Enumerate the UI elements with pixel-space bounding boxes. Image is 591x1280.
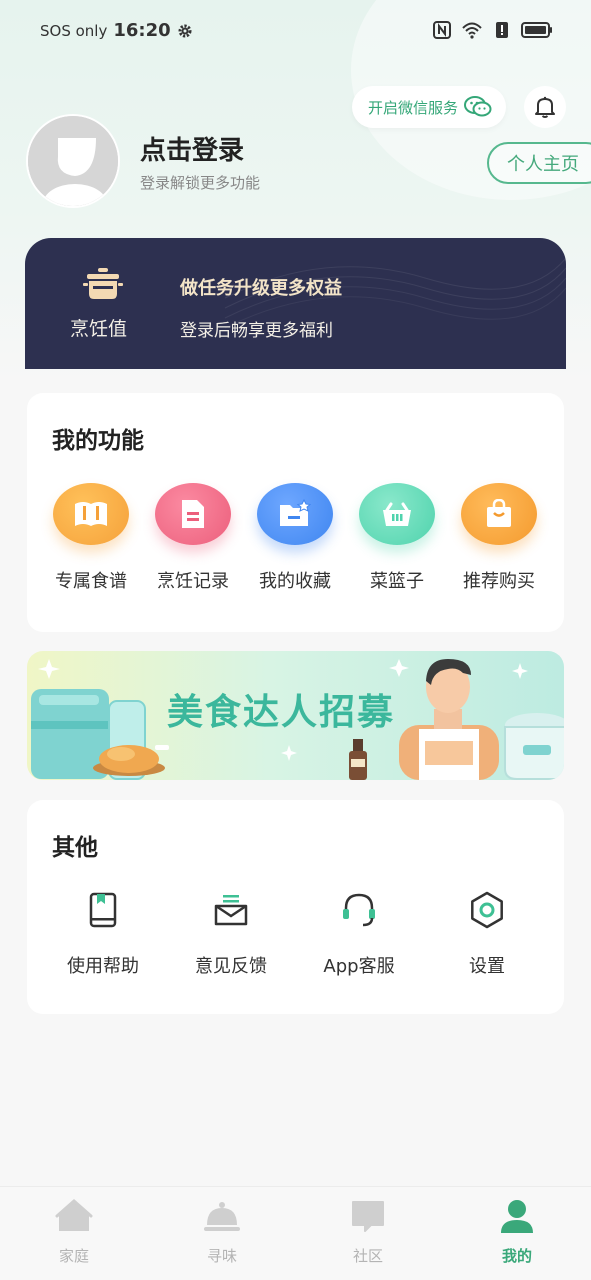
func-vegetable-basket[interactable]: 菜篮子: [346, 483, 448, 593]
func-recommended-purchase[interactable]: 推荐购买: [448, 483, 550, 593]
nfc-icon: [433, 21, 451, 39]
settings-icon: [471, 891, 503, 929]
tab-discover[interactable]: 寻味: [172, 1197, 272, 1266]
func-exclusive-recipes[interactable]: 专属食谱: [40, 483, 142, 593]
wechat-service-label: 开启微信服务: [368, 98, 459, 117]
tab-label: 家庭: [58, 1247, 89, 1265]
document-icon: [182, 500, 204, 528]
tab-label: 寻味: [206, 1247, 237, 1265]
folder-star-icon: [280, 499, 312, 526]
others-title: 其他: [52, 835, 98, 861]
func-label: 菜篮子: [370, 571, 424, 592]
my-functions-title: 我的功能: [52, 428, 144, 454]
chat-bubble-icon: [352, 1201, 384, 1232]
book-icon: [75, 502, 107, 526]
clock-time: 16:20: [113, 20, 171, 41]
tab-label: 我的: [501, 1247, 532, 1265]
tab-label: 社区: [352, 1247, 383, 1265]
other-settings[interactable]: 设置: [432, 890, 542, 978]
login-title[interactable]: 点击登录: [140, 130, 244, 167]
func-cooking-records[interactable]: 烹饪记录: [142, 483, 244, 593]
other-feedback[interactable]: 意见反馈: [176, 890, 286, 978]
alert-icon: [496, 22, 508, 38]
battery-icon: [521, 22, 552, 38]
bottom-tab-bar: 家庭 寻味 社区 我的: [0, 1186, 591, 1280]
food-expert-recruitment-banner[interactable]: 美食达人招募: [27, 651, 564, 780]
bell-icon: [535, 96, 555, 118]
shopping-bag-icon: [487, 499, 511, 527]
my-functions-card: 我的功能 专属食谱 烹饪记录 我的收藏 菜篮子 推荐购买: [27, 393, 564, 632]
func-label: 推荐购买: [463, 571, 535, 592]
other-label: 意见反馈: [195, 956, 267, 977]
tab-home[interactable]: 家庭: [24, 1197, 124, 1266]
cooking-value-card[interactable]: 烹饪值 做任务升级更多权益 登录后畅享更多福利: [25, 238, 566, 369]
feedback-mail-icon: [214, 895, 248, 926]
tab-community[interactable]: 社区: [318, 1197, 418, 1266]
other-customer-service[interactable]: App客服: [304, 890, 414, 978]
person-icon: [501, 1200, 533, 1233]
other-label: App客服: [323, 956, 395, 977]
other-label: 设置: [469, 956, 505, 977]
settings-gear-icon: [178, 24, 192, 37]
status-bar: SOS only 16:20: [0, 0, 591, 66]
cooking-value-label: 烹饪值: [70, 318, 128, 340]
wechat-service-button[interactable]: 开启微信服务: [352, 86, 506, 128]
dish-cover-icon: [204, 1202, 240, 1231]
notification-bell-button[interactable]: [524, 86, 566, 128]
others-card: 其他 使用帮助 意见反馈 App客服 设置: [27, 800, 564, 1014]
wechat-icon: [464, 96, 492, 117]
other-help[interactable]: 使用帮助: [48, 890, 158, 978]
tab-mine[interactable]: 我的: [467, 1197, 567, 1266]
home-icon: [55, 1198, 93, 1231]
basket-icon: [383, 502, 411, 526]
cooking-pot-icon: [83, 268, 123, 299]
other-label: 使用帮助: [67, 956, 139, 977]
default-avatar-icon: [28, 116, 118, 206]
upgrade-task-subtitle: 登录后畅享更多福利: [180, 321, 333, 341]
func-label: 我的收藏: [259, 571, 331, 592]
wave-decoration: [224, 257, 566, 329]
func-label: 烹饪记录: [157, 571, 229, 592]
login-subtitle: 登录解锁更多功能: [140, 174, 261, 192]
headset-icon: [343, 893, 375, 927]
func-label: 专属食谱: [55, 571, 127, 592]
help-book-icon: [89, 892, 117, 928]
personal-homepage-button[interactable]: 个人主页: [487, 142, 591, 184]
upgrade-task-title: 做任务升级更多权益: [180, 278, 342, 299]
func-my-favorites[interactable]: 我的收藏: [244, 483, 346, 593]
carrier-text: SOS only: [40, 21, 108, 40]
avatar[interactable]: [26, 114, 120, 208]
wifi-icon: [462, 22, 482, 39]
banner-title: 美食达人招募: [167, 692, 396, 733]
